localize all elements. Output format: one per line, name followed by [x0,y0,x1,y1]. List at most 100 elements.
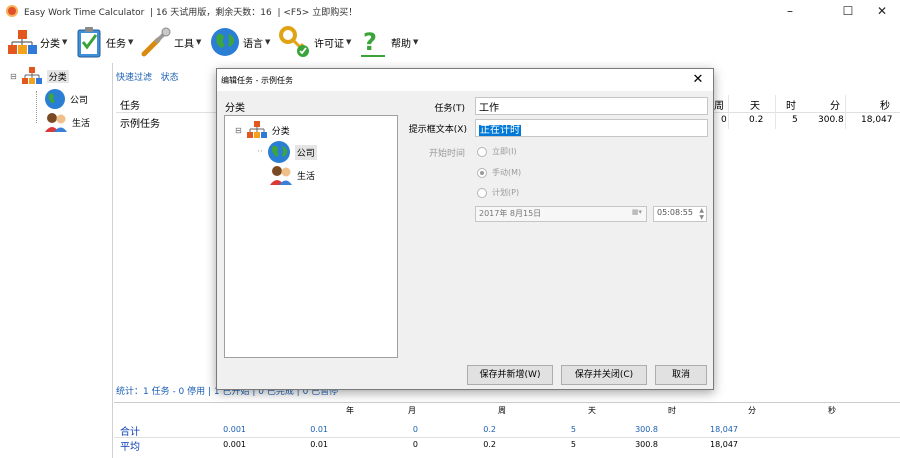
total-day: 0.2 [483,425,496,434]
tree-item-label: 生活 [297,171,316,182]
start-immediate-radio[interactable]: 立即(I) [477,146,517,157]
total-year: 0.001 [223,425,246,434]
dialog-title-bar[interactable]: 编辑任务 - 示例任务 ✕ [217,69,713,91]
category-icon [246,121,267,138]
category-label: 分类 [40,38,60,50]
avg-day: 0.2 [483,440,496,449]
calendar-dropdown-icon[interactable]: ▦▾ [632,208,642,216]
tree-item-company-selected[interactable]: ·· 公司 [257,140,317,164]
tools-label: 工具 [174,38,194,50]
reminder-text-input[interactable]: 正在计时 [475,119,708,137]
app-logo-icon [6,5,18,17]
week-cell: 0 [721,115,727,125]
status-filter[interactable]: 状态 [161,73,179,83]
tools-menu-button[interactable]: 工具 ▼ [140,24,201,60]
tree-collapse-icon[interactable]: ⊟ [10,72,17,81]
task-menu-button[interactable]: 任务 ▼ [74,24,133,60]
save-and-close-button[interactable]: 保存并关闭(C) [561,365,647,385]
tree-collapse-icon[interactable]: ⊟ [235,126,242,135]
key-icon [279,26,309,57]
chevron-down-icon: ▼ [346,38,352,46]
column-header-second[interactable]: 秒 [880,97,890,112]
day-cell: 0.2 [749,115,764,125]
language-label: 语言 [243,38,263,50]
start-time-label: 开始时间 [428,149,465,159]
start-date-picker[interactable]: 2017年 8月15日 ▦▾ [475,206,647,222]
reminder-text-label: 提示框文本(X) [408,125,467,135]
tree-connector [36,91,37,123]
chevron-down-icon: ▼ [196,38,202,46]
chevron-down-icon: ▼ [413,38,419,46]
globe-icon [267,141,290,163]
total-week: 0 [412,425,418,434]
window-title: Easy Work Time Calculator | 16 天试用版，剩余天数… [24,8,358,18]
summary-header-year: 年 [346,406,354,415]
total-row-label: 合计 [120,427,140,438]
tree-item-life[interactable]: 生活 [44,111,90,133]
start-manual-radio[interactable]: 手动(M) [477,167,521,178]
summary-header-minute: 分 [748,406,756,415]
chevron-down-icon: ▼ [265,38,271,46]
tree-root-label: 分类 [271,126,290,137]
radio-label: 立即(I) [492,147,517,156]
column-header-task[interactable]: 任务 [120,97,140,112]
language-menu-button[interactable]: 语言 ▼ [209,24,270,60]
column-divider [775,95,776,129]
total-hour: 5 [570,425,576,434]
dialog-title: 编辑任务 - 示例任务 [221,76,293,85]
save-and-new-button[interactable]: 保存并新增(W) [467,365,553,385]
average-row-label: 平均 [120,442,140,453]
column-divider [845,95,846,129]
minimize-button[interactable]: – [768,0,812,22]
avg-year: 0.001 [223,440,246,449]
radio-circle-checked [477,167,487,178]
trial-text: 16 天试用版，剩余天数：16 [155,8,272,18]
tree-item-label: 生活 [72,118,91,129]
category-section-label: 分类 [225,103,245,114]
spinner-arrows-icon[interactable]: ▲ ▼ [699,207,704,221]
task-name-input[interactable]: 工作 [475,97,708,115]
tree-root-label: 分类 [46,69,69,83]
tree-item-company[interactable]: 公司 [44,88,88,110]
start-time-spinner[interactable]: 05:08:55 ▲ ▼ [653,206,707,222]
reminder-text-selected: 正在计时 [479,125,521,136]
dialog-category-tree[interactable]: ⊟ 分类 ·· 公司 生活 [224,115,398,358]
help-label: 帮助 [391,38,411,50]
minute-cell: 300.8 [818,115,844,125]
hour-cell: 5 [792,115,798,125]
summary-header-hour: 时 [668,406,676,415]
app-name: Easy Work Time Calculator [24,8,145,18]
buy-link[interactable]: <F5> 立即购买！ [283,8,357,18]
tools-icon [141,27,171,57]
globe-icon [211,28,239,56]
column-header-week[interactable]: 周 [714,97,724,112]
second-cell: 18,047 [861,115,893,125]
radio-circle [477,187,487,198]
summary-header-month: 月 [408,406,416,415]
column-header-minute[interactable]: 分 [830,97,840,112]
category-menu-button[interactable]: 分类 ▼ [6,24,67,60]
tree-root-item[interactable]: ⊟ 分类 [235,120,290,140]
dialog-close-button[interactable]: ✕ [689,71,707,89]
category-tree-pane: ⊟ 分类 公司 生活 [0,63,113,458]
quick-filter-button[interactable]: 快速过滤 [116,73,152,83]
column-header-day[interactable]: 天 [750,97,760,112]
license-menu-button[interactable]: 许可证 ▼ [278,24,351,60]
help-menu-button[interactable]: ? 帮助 ▼ [357,24,418,60]
tree-root-item[interactable]: ⊟ 分类 [10,66,69,86]
column-divider [728,95,729,129]
start-scheduled-radio[interactable]: 计划(P) [477,187,519,198]
row-divider [114,437,900,438]
radio-label: 手动(M) [492,168,522,177]
people-icon [45,113,67,132]
help-icon: ? [361,28,385,57]
column-header-hour[interactable]: 时 [786,97,796,112]
summary-grid: 年 月 周 天 时 分 秒 合计 0.001 0.01 0 0.2 5 300.… [114,402,900,458]
filter-bar: 快速过滤 状态 [116,70,179,83]
tree-item-life[interactable]: 生活 [269,164,315,186]
cancel-button[interactable]: 取消 [655,365,707,385]
tree-item-label: 公司 [70,95,89,106]
task-field-label: 任务(T) [434,104,465,114]
task-label: 任务 [106,38,126,50]
close-button[interactable]: ✕ [860,0,900,22]
